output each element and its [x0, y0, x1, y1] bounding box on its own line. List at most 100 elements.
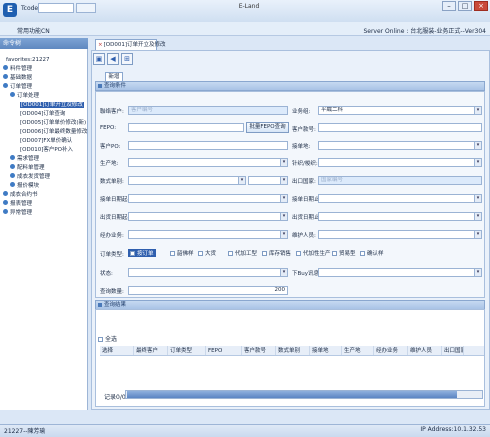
- order-to-label: 接单地:: [292, 144, 311, 150]
- tab-close-icon[interactable]: ×: [98, 42, 103, 48]
- chevron-down-icon: ▾: [474, 213, 481, 220]
- customer-po-field[interactable]: [128, 141, 288, 150]
- maintainer-select[interactable]: ▾: [318, 230, 482, 239]
- order-type-option[interactable]: 按订单: [128, 249, 156, 257]
- tree-item[interactable]: 异常管理: [3, 209, 32, 218]
- chevron-down-icon: ▾: [474, 107, 481, 114]
- production-select[interactable]: ▾: [128, 158, 288, 167]
- business-group-label: 业务组:: [292, 109, 311, 115]
- customer-field[interactable]: 客户编号: [128, 106, 288, 115]
- tree-item[interactable]: 成衣合约书: [3, 191, 38, 200]
- tree-item[interactable]: 订单管理: [3, 83, 32, 92]
- column-header[interactable]: 客户款号: [242, 346, 276, 355]
- folder-icon: [3, 209, 8, 214]
- tree-item[interactable]: 基础数据: [3, 74, 32, 83]
- ship-date-end-field[interactable]: ▾: [318, 212, 482, 221]
- folder-icon: [3, 83, 8, 88]
- column-header[interactable]: 出口国家: [442, 346, 464, 355]
- folder-icon: [3, 200, 8, 205]
- agent-label: 经办业务:: [100, 233, 124, 239]
- status-select[interactable]: ▾: [128, 268, 288, 277]
- ship-date-start-label: 出货日期起:: [100, 215, 130, 221]
- agent-select[interactable]: ▾: [128, 230, 288, 239]
- folder-icon: [10, 182, 15, 187]
- chevron-down-icon: ▾: [474, 231, 481, 238]
- tree-item[interactable]: 成衣发货管理: [10, 173, 50, 182]
- fepo-field[interactable]: [128, 123, 244, 132]
- ship-date-start-field[interactable]: ▾: [128, 212, 288, 221]
- order-type-option[interactable]: 代加性生产: [296, 249, 331, 257]
- column-header[interactable]: 订单类型: [168, 346, 206, 355]
- order-date-start-field[interactable]: ▾: [128, 194, 288, 203]
- tab-od001[interactable]: ×[OD001]订单开立及修改: [95, 39, 165, 50]
- column-header[interactable]: 数式单别: [276, 346, 310, 355]
- customer-no-label: 客户款号:: [292, 127, 316, 133]
- buy-info-select[interactable]: ▾: [318, 268, 482, 277]
- menu-item-common[interactable]: 常用功能CN: [17, 26, 50, 35]
- column-header[interactable]: 生产地: [342, 346, 374, 355]
- tree-item[interactable]: [OD005]订单单价修改(新): [20, 119, 86, 128]
- order-type-option[interactable]: 确认样: [360, 249, 384, 257]
- chevron-down-icon: ▾: [474, 159, 481, 166]
- minimize-icon[interactable]: –: [442, 1, 456, 11]
- maximize-icon[interactable]: □: [458, 1, 472, 11]
- export-excel-icon[interactable]: ⊞: [121, 53, 133, 65]
- tree-item[interactable]: 配料单管理: [10, 164, 45, 173]
- select-all-checkbox[interactable]: 全选: [98, 334, 117, 343]
- folder-icon: [10, 92, 15, 97]
- column-header[interactable]: 经办业务: [374, 346, 408, 355]
- column-header[interactable]: FEPO: [206, 346, 242, 355]
- chevron-down-icon: ▾: [474, 195, 481, 202]
- column-header[interactable]: 选择: [100, 346, 134, 355]
- currency-select[interactable]: ▾: [128, 176, 246, 185]
- status-ip: IP Address:10.1.32.53: [420, 426, 486, 433]
- order-type-option[interactable]: 库存销售: [262, 249, 291, 257]
- tree-item[interactable]: [OD006]订单最终数量修改: [20, 128, 87, 137]
- chevron-down-icon: ▾: [280, 159, 287, 166]
- tree-item-od001[interactable]: [OD001]订单开立及修改: [20, 101, 84, 110]
- column-header[interactable]: 接单地: [310, 346, 342, 355]
- back-icon[interactable]: ◀: [107, 53, 119, 65]
- order-type-option[interactable]: 大货: [198, 249, 216, 257]
- scrollbar-thumb[interactable]: [127, 391, 457, 398]
- chevron-down-icon: ▾: [280, 231, 287, 238]
- order-date-end-label: 接单日期止:: [292, 197, 322, 203]
- folder-icon: [3, 74, 8, 79]
- qty-field[interactable]: 200: [128, 286, 288, 295]
- tree-item[interactable]: [OD010]客户PO补入: [20, 146, 73, 155]
- order-type-option[interactable]: 贸易型: [332, 249, 356, 257]
- knit-select[interactable]: ▾: [318, 158, 482, 167]
- currency-select-2[interactable]: ▾: [248, 176, 288, 185]
- close-icon[interactable]: ×: [474, 1, 488, 11]
- order-type-option[interactable]: 代加工型: [228, 249, 257, 257]
- tree-item[interactable]: 报价模块: [10, 182, 39, 191]
- status-label: 状态:: [100, 271, 113, 277]
- tab-new[interactable]: 新增: [105, 72, 123, 81]
- order-date-end-field[interactable]: ▾: [318, 194, 482, 203]
- folder-icon: [10, 164, 15, 169]
- tree-item[interactable]: [OD007]FX单价确认: [20, 137, 72, 146]
- tree-item[interactable]: favorites:21227: [6, 56, 49, 65]
- order-to-select[interactable]: ▾: [318, 141, 482, 150]
- results-grid-header: 选择 最终客户 订单类型 FEPO 客户款号 数式单别 接单地 生产地 经办业务…: [100, 346, 484, 356]
- customer-no-field[interactable]: [318, 123, 482, 132]
- business-group-select[interactable]: 平織二科 ▾: [318, 106, 482, 115]
- save-icon[interactable]: ▣: [93, 53, 105, 65]
- tree-item[interactable]: 需求管理: [10, 155, 39, 164]
- query-panel-header[interactable]: 查询条件: [95, 81, 485, 91]
- tree-item[interactable]: 报表管理: [3, 200, 32, 209]
- results-grid-body: [100, 356, 484, 386]
- maintainer-label: 维护人员:: [292, 233, 316, 239]
- export-country-field[interactable]: 国家编号: [318, 176, 482, 185]
- tree-item[interactable]: 料件管理: [3, 65, 32, 74]
- tree-item[interactable]: [OD004]订单查询: [20, 110, 65, 119]
- order-type-option[interactable]: 韶佛样: [170, 249, 194, 257]
- column-header[interactable]: 维护人员: [408, 346, 442, 355]
- knit-label: 针织/梭织:: [292, 161, 318, 167]
- chevron-down-icon: ▾: [474, 142, 481, 149]
- batch-fepo-query-button[interactable]: 批量FEPO查询: [246, 122, 289, 133]
- qty-label: 查询数量:: [100, 289, 124, 295]
- tree-item[interactable]: 订单处理: [10, 92, 39, 101]
- column-header[interactable]: 最终客户: [134, 346, 168, 355]
- chevron-down-icon: ▾: [238, 177, 245, 184]
